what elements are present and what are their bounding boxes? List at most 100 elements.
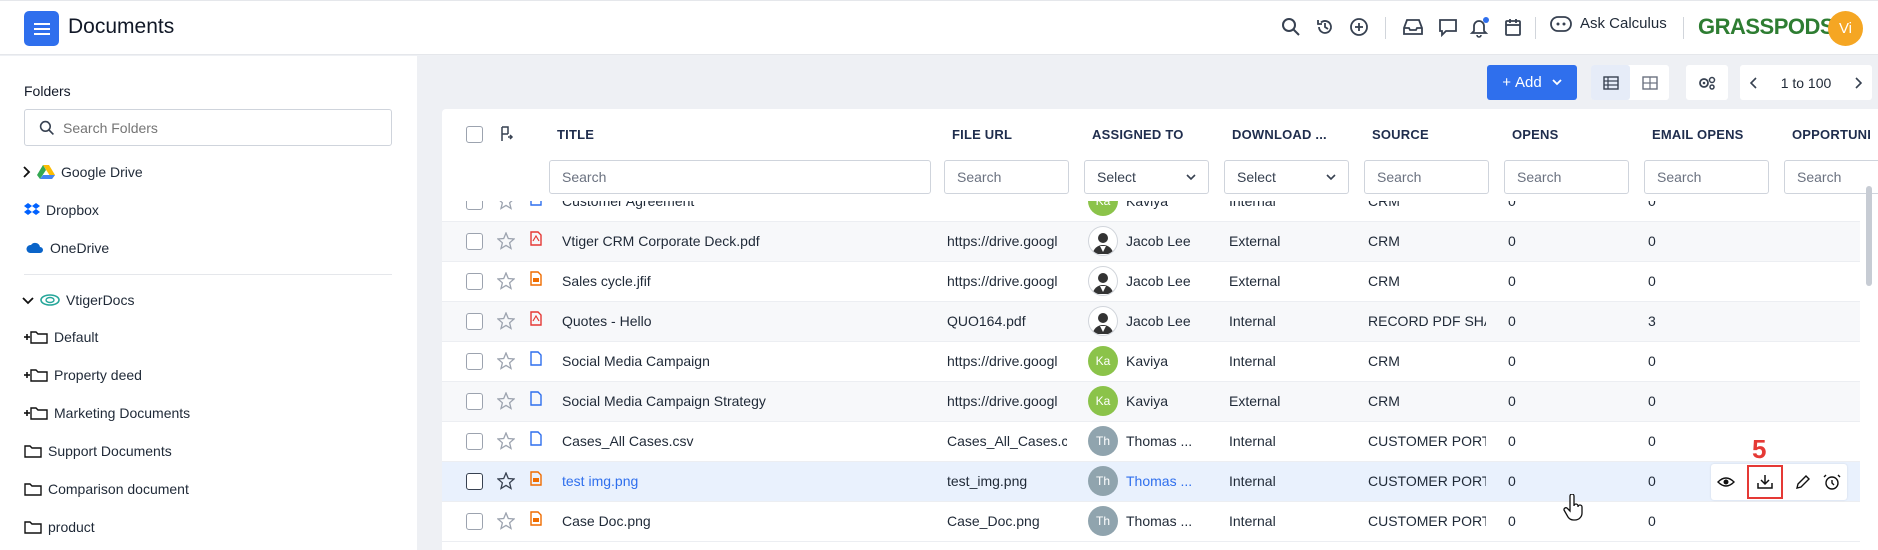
- sidebar-item-dropbox[interactable]: Dropbox: [24, 202, 99, 218]
- reminder-clock-icon[interactable]: [1823, 473, 1841, 491]
- document-title[interactable]: Case Doc.png: [562, 513, 882, 529]
- column-header-download-type[interactable]: DOWNLOAD ...: [1232, 127, 1327, 142]
- row-checkbox[interactable]: [466, 513, 483, 530]
- filter-opportunities-input[interactable]: Search: [1784, 160, 1878, 194]
- star-icon[interactable]: [497, 512, 515, 530]
- file-url[interactable]: https://drive.googl: [947, 353, 1067, 369]
- star-icon[interactable]: [497, 201, 515, 210]
- download-button[interactable]: [1747, 465, 1783, 499]
- row-checkbox[interactable]: [466, 313, 483, 330]
- sidebar-item-default[interactable]: Default: [24, 329, 98, 345]
- row-checkbox[interactable]: [466, 353, 483, 370]
- assigned-to-name[interactable]: Jacob Lee: [1126, 273, 1196, 289]
- assigned-to-name[interactable]: Thomas ...: [1126, 473, 1196, 489]
- search-icon[interactable]: [1279, 15, 1303, 39]
- row-checkbox[interactable]: [466, 393, 483, 410]
- assigned-to-name[interactable]: Kaviya: [1126, 201, 1196, 209]
- star-icon[interactable]: [497, 312, 515, 330]
- select-all-checkbox[interactable]: [466, 126, 483, 143]
- list-settings-button[interactable]: [1686, 65, 1728, 100]
- row-checkbox[interactable]: [466, 273, 483, 290]
- row-checkbox[interactable]: [466, 473, 483, 490]
- filter-source-input[interactable]: Search: [1364, 160, 1489, 194]
- add-button[interactable]: + Add: [1487, 65, 1577, 100]
- sidebar-item-comparison-document[interactable]: Comparison document: [24, 481, 189, 497]
- assigned-to-name[interactable]: Jacob Lee: [1126, 233, 1196, 249]
- star-icon[interactable]: [497, 352, 515, 370]
- file-url[interactable]: Cases_All_Cases.c: [947, 433, 1067, 449]
- column-settings-icon[interactable]: [500, 126, 514, 147]
- chevron-left-icon[interactable]: [1750, 76, 1758, 89]
- column-header-source[interactable]: SOURCE: [1372, 127, 1429, 142]
- column-header-file-url[interactable]: FILE URL: [952, 127, 1012, 142]
- sidebar-item-property-deed[interactable]: Property deed: [24, 367, 142, 383]
- table-row[interactable]: Quotes - Hello QUO164.pdf Jacob Lee Interna…: [442, 302, 1860, 342]
- document-title[interactable]: Cases_All Cases.csv: [562, 433, 882, 449]
- document-title[interactable]: Sales cycle.jfif: [562, 273, 882, 289]
- assigned-to-name[interactable]: Kaviya: [1126, 393, 1196, 409]
- page-range[interactable]: 1 to 100: [1781, 75, 1832, 91]
- assigned-to-name[interactable]: Thomas ...: [1126, 433, 1196, 449]
- assigned-to-name[interactable]: Thomas ...: [1126, 513, 1196, 529]
- menu-button[interactable]: [24, 11, 59, 46]
- assigned-to-name[interactable]: Jacob Lee: [1126, 313, 1196, 329]
- history-icon[interactable]: [1313, 15, 1337, 39]
- table-row[interactable]: Cases_All Cases.csv Cases_All_Cases.c Th Th…: [442, 422, 1860, 462]
- table-row[interactable]: Case Doc.png Case_Doc.png Th Thomas ... Inte…: [442, 502, 1860, 542]
- eye-icon[interactable]: [1717, 475, 1735, 489]
- chevron-right-icon[interactable]: [22, 166, 31, 178]
- inbox-icon[interactable]: [1401, 15, 1425, 39]
- table-row[interactable]: Customer Agreement Ka Kaviya Internal CRM 0 0: [442, 201, 1860, 222]
- star-icon[interactable]: [497, 432, 515, 450]
- vertical-scrollbar[interactable]: [1866, 186, 1872, 286]
- assigned-to-name[interactable]: Kaviya: [1126, 353, 1196, 369]
- sidebar-item-vtigerdocs[interactable]: VtigerDocs: [22, 292, 134, 308]
- chat-icon[interactable]: [1436, 15, 1460, 39]
- sidebar-item-product[interactable]: product: [24, 519, 95, 535]
- document-title[interactable]: Customer Agreement: [562, 201, 882, 209]
- table-row[interactable]: Sales cycle.jfif https://drive.googl Jacob…: [442, 262, 1860, 302]
- filter-email-opens-input[interactable]: Search: [1644, 160, 1769, 194]
- filter-download-type-select[interactable]: Select: [1224, 160, 1349, 194]
- list-view-button[interactable]: [1591, 65, 1630, 100]
- column-header-opens[interactable]: OPENS: [1512, 127, 1559, 142]
- user-avatar[interactable]: Vi: [1828, 11, 1863, 46]
- chevron-right-icon[interactable]: [1854, 76, 1862, 89]
- ask-calculus-button[interactable]: Ask Calculus: [1550, 15, 1667, 32]
- sidebar-item-support-documents[interactable]: Support Documents: [24, 443, 172, 459]
- sidebar-item-onedrive[interactable]: OneDrive: [26, 240, 109, 256]
- table-row[interactable]: test img.png test_img.png Th Thomas ... Inte…: [442, 462, 1860, 502]
- column-header-assigned-to[interactable]: ASSIGNED TO: [1092, 127, 1184, 142]
- filter-title-input[interactable]: Search: [549, 160, 931, 194]
- grid-view-button[interactable]: [1630, 65, 1669, 100]
- add-circle-icon[interactable]: [1347, 15, 1371, 39]
- file-url[interactable]: https://drive.googl: [947, 233, 1067, 249]
- star-icon[interactable]: [497, 272, 515, 290]
- document-title[interactable]: Vtiger CRM Corporate Deck.pdf: [562, 233, 882, 249]
- filter-opens-input[interactable]: Search: [1504, 160, 1629, 194]
- column-header-title[interactable]: TITLE: [557, 127, 594, 142]
- folder-search-box[interactable]: [24, 109, 392, 146]
- row-checkbox[interactable]: [466, 233, 483, 250]
- chevron-down-icon[interactable]: [22, 296, 34, 305]
- filter-file-url-input[interactable]: Search: [944, 160, 1069, 194]
- star-icon[interactable]: [497, 232, 515, 250]
- table-row[interactable]: Vtiger CRM Corporate Deck.pdf https://dri…: [442, 222, 1860, 262]
- file-url[interactable]: Case_Doc.png: [947, 513, 1067, 529]
- document-title[interactable]: Social Media Campaign Strategy: [562, 393, 882, 409]
- folder-search-input[interactable]: [63, 119, 363, 136]
- notification-bell-icon[interactable]: [1468, 15, 1492, 39]
- star-icon[interactable]: [497, 392, 515, 410]
- document-title[interactable]: Quotes - Hello: [562, 313, 882, 329]
- file-url[interactable]: test_img.png: [947, 473, 1067, 489]
- column-header-email-opens[interactable]: EMAIL OPENS: [1652, 127, 1744, 142]
- star-icon[interactable]: [497, 472, 515, 490]
- row-checkbox[interactable]: [466, 433, 483, 450]
- file-url[interactable]: https://drive.googl: [947, 273, 1067, 289]
- file-url[interactable]: https://drive.googl: [947, 393, 1067, 409]
- row-checkbox[interactable]: [466, 201, 483, 210]
- document-title[interactable]: test img.png: [562, 473, 882, 489]
- column-header-opportunities[interactable]: OPPORTUNI: [1792, 127, 1871, 142]
- sidebar-item-marketing-documents[interactable]: Marketing Documents: [24, 405, 190, 421]
- document-title[interactable]: Social Media Campaign: [562, 353, 882, 369]
